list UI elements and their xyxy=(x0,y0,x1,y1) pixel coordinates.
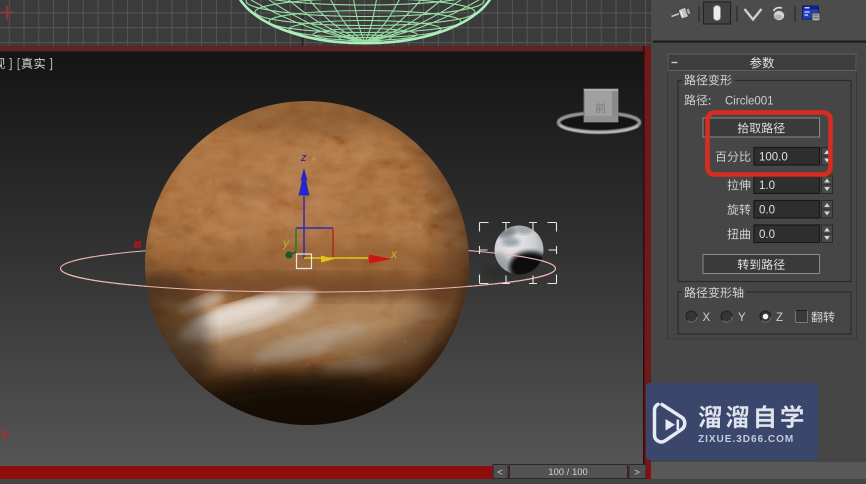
svg-text:Y: Y xyxy=(738,312,746,324)
svg-text:<: < xyxy=(497,468,503,479)
svg-text:y: y xyxy=(282,236,290,250)
svg-text:X: X xyxy=(703,312,711,324)
svg-text:1.0: 1.0 xyxy=(759,180,775,192)
svg-text:Z: Z xyxy=(776,312,783,324)
svg-text:100.0: 100.0 xyxy=(759,152,788,164)
svg-text:>: > xyxy=(634,468,640,479)
svg-text:0.0: 0.0 xyxy=(759,229,775,241)
svg-text:Circle001: Circle001 xyxy=(725,96,774,108)
svg-text:z: z xyxy=(300,152,307,164)
svg-text:ZIXUE.3D66.COM: ZIXUE.3D66.COM xyxy=(698,434,794,445)
svg-text:0.0: 0.0 xyxy=(759,205,775,217)
svg-text:x: x xyxy=(390,247,398,261)
svg-text:100 / 100: 100 / 100 xyxy=(548,467,588,478)
